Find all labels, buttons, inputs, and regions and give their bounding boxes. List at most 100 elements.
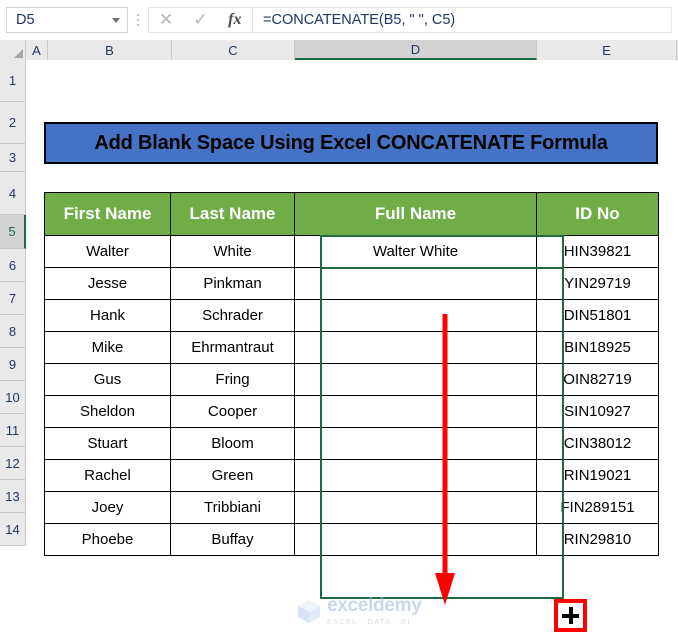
grip-dot xyxy=(136,13,140,17)
row-header-10[interactable]: 10 xyxy=(0,381,26,414)
cube-logo-icon xyxy=(298,600,320,623)
table-row[interactable]: Gus Fring OIN82719 xyxy=(44,363,659,396)
row-header-8[interactable]: 8 xyxy=(0,315,26,348)
column-header-b[interactable]: B xyxy=(48,40,172,60)
cell-full-name[interactable] xyxy=(294,427,537,460)
cell-first-name[interactable]: Rachel xyxy=(44,459,171,492)
cell-full-name[interactable] xyxy=(294,395,537,428)
cell-id-no[interactable]: RIN29810 xyxy=(536,523,659,556)
table-header-row: First Name Last Name Full Name ID No xyxy=(44,192,659,236)
row-header-13[interactable]: 13 xyxy=(0,480,26,513)
cell-first-name[interactable]: Walter xyxy=(44,235,171,268)
page-title: Add Blank Space Using Excel CONCATENATE … xyxy=(94,131,608,154)
table-row[interactable]: Phoebe Buffay RIN29810 xyxy=(44,523,659,556)
cell-id-no[interactable]: CIN38012 xyxy=(536,427,659,460)
chevron-down-icon[interactable] xyxy=(112,17,120,23)
cell-grid[interactable]: Add Blank Space Using Excel CONCATENATE … xyxy=(26,60,678,632)
column-header-a[interactable]: A xyxy=(26,40,48,60)
cell-full-name[interactable] xyxy=(294,331,537,364)
cell-id-no[interactable]: RIN19021 xyxy=(536,459,659,492)
plus-cursor-icon xyxy=(562,607,579,624)
formula-bar-buttons: ✕ ✓ fx xyxy=(148,7,253,33)
insert-function-icon[interactable]: fx xyxy=(220,8,250,32)
name-box-value: D5 xyxy=(16,11,35,28)
cell-id-no[interactable]: DIN51801 xyxy=(536,299,659,332)
cancel-icon[interactable]: ✕ xyxy=(151,8,181,32)
cell-full-name[interactable] xyxy=(294,491,537,524)
cell-full-name[interactable] xyxy=(294,363,537,396)
cell-last-name[interactable]: Buffay xyxy=(170,523,295,556)
cell-last-name[interactable]: Bloom xyxy=(170,427,295,460)
select-all-button[interactable] xyxy=(0,40,26,60)
select-all-triangle-icon xyxy=(14,49,23,58)
row-header-6[interactable]: 6 xyxy=(0,249,26,282)
cell-first-name[interactable]: Hank xyxy=(44,299,171,332)
title-banner[interactable]: Add Blank Space Using Excel CONCATENATE … xyxy=(44,122,658,164)
cell-id-no[interactable]: BIN18925 xyxy=(536,331,659,364)
cell-last-name[interactable]: Cooper xyxy=(170,395,295,428)
row-headers: 1 2 3 4 5 6 7 8 9 10 11 12 13 14 xyxy=(0,60,26,546)
cell-first-name[interactable]: Gus xyxy=(44,363,171,396)
cell-first-name[interactable]: Mike xyxy=(44,331,171,364)
table-row[interactable]: Stuart Bloom CIN38012 xyxy=(44,427,659,460)
fill-handle-cursor[interactable] xyxy=(554,599,587,632)
formula-bar-grip-icon[interactable] xyxy=(128,7,148,33)
row-header-3[interactable]: 3 xyxy=(0,144,26,172)
cell-last-name[interactable]: Green xyxy=(170,459,295,492)
cell-full-name[interactable] xyxy=(294,459,537,492)
cell-id-no[interactable]: SIN10927 xyxy=(536,395,659,428)
row-header-9[interactable]: 9 xyxy=(0,348,26,381)
column-header-d[interactable]: D xyxy=(295,40,537,60)
cell-first-name[interactable]: Sheldon xyxy=(44,395,171,428)
column-header-full-name[interactable]: Full Name xyxy=(294,192,537,236)
cell-last-name[interactable]: Tribbiani xyxy=(170,491,295,524)
cell-first-name[interactable]: Jesse xyxy=(44,267,171,300)
formula-input[interactable]: =CONCATENATE(B5, " ", C5) xyxy=(253,7,672,33)
cell-last-name[interactable]: Schrader xyxy=(170,299,295,332)
table-row[interactable]: Walter White Walter White HIN39821 xyxy=(44,235,659,268)
grip-dot xyxy=(136,23,140,27)
table-row[interactable]: Sheldon Cooper SIN10927 xyxy=(44,395,659,428)
column-header-id-no[interactable]: ID No xyxy=(536,192,659,236)
cell-first-name[interactable]: Phoebe xyxy=(44,523,171,556)
cell-last-name[interactable]: Fring xyxy=(170,363,295,396)
column-header-e[interactable]: E xyxy=(537,40,677,60)
cell-last-name[interactable]: Ehrmantraut xyxy=(170,331,295,364)
column-headers: A B C D E xyxy=(0,40,678,60)
cell-full-name[interactable]: Walter White xyxy=(294,235,537,268)
table-row[interactable]: Hank Schrader DIN51801 xyxy=(44,299,659,332)
cell-id-no[interactable]: YIN29719 xyxy=(536,267,659,300)
grip-dot xyxy=(136,18,140,22)
formula-bar: D5 ✕ ✓ fx =CONCATENATE(B5, " ", C5) xyxy=(0,0,678,40)
cell-id-no[interactable]: OIN82719 xyxy=(536,363,659,396)
cell-last-name[interactable]: Pinkman xyxy=(170,267,295,300)
confirm-icon[interactable]: ✓ xyxy=(185,8,215,32)
row-header-11[interactable]: 11 xyxy=(0,414,26,447)
cell-full-name[interactable] xyxy=(294,523,537,556)
table-row[interactable]: Rachel Green RIN19021 xyxy=(44,459,659,492)
cell-first-name[interactable]: Stuart xyxy=(44,427,171,460)
row-header-14[interactable]: 14 xyxy=(0,513,26,546)
row-header-12[interactable]: 12 xyxy=(0,447,26,480)
table-row[interactable]: Mike Ehrmantraut BIN18925 xyxy=(44,331,659,364)
table-row[interactable]: Joey Tribbiani FIN289151 xyxy=(44,491,659,524)
row-header-5[interactable]: 5 xyxy=(0,215,26,249)
cell-first-name[interactable]: Joey xyxy=(44,491,171,524)
watermark-tagline: EXCEL · DATA · BI xyxy=(327,617,411,627)
table-row[interactable]: Jesse Pinkman YIN29719 xyxy=(44,267,659,300)
row-header-2[interactable]: 2 xyxy=(0,102,26,144)
spreadsheet-area: A B C D E 1 2 3 4 5 6 7 8 9 10 11 12 13 … xyxy=(0,40,678,632)
column-header-last-name[interactable]: Last Name xyxy=(170,192,295,236)
cell-id-no[interactable]: FIN289151 xyxy=(536,491,659,524)
column-header-c[interactable]: C xyxy=(172,40,295,60)
row-header-7[interactable]: 7 xyxy=(0,282,26,315)
cell-full-name[interactable] xyxy=(294,299,537,332)
cell-id-no[interactable]: HIN39821 xyxy=(536,235,659,268)
name-box[interactable]: D5 xyxy=(6,7,128,33)
column-header-first-name[interactable]: First Name xyxy=(44,192,171,236)
row-header-1[interactable]: 1 xyxy=(0,60,26,102)
row-header-4[interactable]: 4 xyxy=(0,172,26,215)
cell-full-name[interactable] xyxy=(294,267,537,300)
watermark: exceldemy EXCEL · DATA · BI xyxy=(294,591,444,631)
cell-last-name[interactable]: White xyxy=(170,235,295,268)
